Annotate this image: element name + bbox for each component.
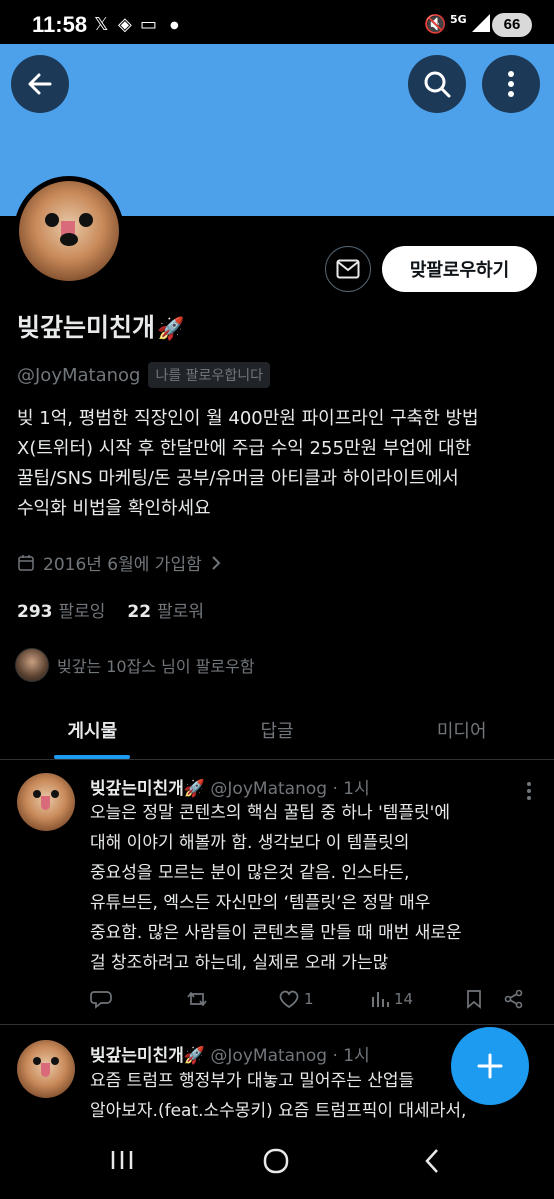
repost-icon (187, 991, 207, 1007)
tweet-line: 걸 창조하려고 하는데, 실제로 오래 가는많 (90, 953, 389, 973)
like-count: 1 (304, 990, 314, 1008)
network-type: 5G (450, 13, 467, 26)
compose-post-button[interactable] (451, 1027, 529, 1105)
following-count: 293 (17, 602, 53, 622)
following-link[interactable]: 293 팔로잉 (17, 597, 105, 622)
plus-icon (477, 1053, 503, 1079)
reply-icon (90, 991, 112, 1009)
analytics-icon (372, 992, 389, 1007)
system-navigation-bar (0, 1128, 554, 1199)
followed-by-row[interactable]: 빚갚는 10잡스 님이 팔로우함 (15, 648, 255, 682)
reply-button[interactable] (90, 989, 112, 1009)
followers-label: 팔로워 (157, 602, 205, 622)
back-button[interactable] (11, 55, 69, 113)
profile-avatar[interactable] (14, 176, 124, 286)
like-button[interactable]: 1 (278, 989, 314, 1009)
tweet-time: 1시 (343, 1046, 370, 1066)
bookmark-icon (467, 990, 481, 1009)
recent-apps-button[interactable] (110, 1148, 134, 1176)
separator-dot: · (332, 779, 338, 799)
follow-back-button[interactable]: 맞팔로우하기 (382, 246, 537, 292)
tweet-line: 중요함. 많은 사람들이 콘텐츠를 만들 때 매번 새로운 (90, 923, 462, 943)
dog-avatar-image (19, 181, 119, 281)
profile-name-text: 빚갚는미친개 (17, 313, 156, 342)
rocket-icon: 🚀 (183, 1046, 206, 1066)
bio-line: 수익화 비법을 확인하세요 (17, 498, 211, 519)
handle-row: @JoyMatanog 나를 팔로우합니다 (17, 362, 270, 388)
dot-icon: ● (170, 20, 179, 31)
calendar-icon (18, 554, 34, 571)
tweet-line: 중요성을 모르는 분이 많은것 같음. 인스타든, (90, 863, 410, 883)
view-count: 14 (394, 990, 414, 1008)
status-time: 11:58 (32, 12, 88, 37)
bio-line: 빚 1억, 평범한 직장인이 월 400만원 파이프라인 구축한 방법 (17, 408, 479, 429)
followed-by-text: 빚갚는 10잡스 님이 팔로우함 (57, 657, 255, 676)
chevron-left-icon (425, 1149, 438, 1173)
followers-count: 22 (127, 602, 152, 622)
profile-name: 빚갚는미친개🚀 (17, 308, 184, 344)
mute-icon: 🔇 (424, 14, 447, 35)
tweet-author-name: 빚갚는미친개 (90, 1046, 184, 1066)
tweet-header: 빚갚는미친개🚀 @JoyMatanog · 1시 (90, 1041, 370, 1066)
rocket-icon: 🚀 (157, 317, 185, 342)
tweet-divider (0, 1024, 554, 1025)
profile-tabs: 게시물 답글 미디어 (0, 700, 554, 760)
chevron-right-icon (212, 555, 221, 570)
follower-avatar (15, 648, 49, 682)
home-icon (263, 1148, 289, 1174)
repost-button[interactable] (186, 989, 208, 1009)
back-nav-button[interactable] (424, 1148, 440, 1178)
tweet-line: 오늘은 정말 콘텐츠의 핵심 꿀팁 중 하나 '템플릿'에 (90, 803, 450, 823)
tweet-header: 빚갚는미친개🚀 @JoyMatanog · 1시 (90, 774, 370, 799)
following-label: 팔로잉 (58, 602, 106, 622)
separator-dot: · (332, 1046, 338, 1066)
vertical-dots-icon (508, 71, 514, 97)
signal-icon (472, 14, 490, 37)
profile-handle: @JoyMatanog (17, 364, 141, 386)
tweet-line: 대해 이야기 해볼까 함. 생각보다 이 템플릿의 (90, 833, 410, 853)
tweet-author-name: 빚갚는미친개 (90, 779, 184, 799)
battery-indicator: 66 (492, 13, 532, 37)
recent-apps-icon (111, 1151, 133, 1169)
join-date-row[interactable]: 2016년 6월에 가입함 (17, 550, 222, 575)
tab-replies[interactable]: 답글 (185, 700, 370, 759)
tweet-actions: 1 14 (90, 986, 530, 1012)
join-date: 2016년 6월에 가입함 (43, 555, 202, 575)
message-button[interactable] (325, 246, 371, 292)
follows-you-badge: 나를 팔로우합니다 (148, 362, 270, 388)
heart-icon (279, 990, 299, 1009)
follow-counts: 293 팔로잉 22 팔로워 (17, 597, 204, 622)
home-button[interactable] (263, 1148, 289, 1178)
bio-line: 꿀팁/SNS 마케팅/돈 공부/유머글 아티클과 하이라이트에서 (17, 468, 459, 489)
tweet-handle: @JoyMatanog (210, 779, 328, 799)
rocket-icon: 🚀 (183, 779, 206, 799)
back-arrow-icon (28, 73, 52, 95)
profile-bio: 빚 1억, 평범한 직장인이 월 400만원 파이프라인 구축한 방법 X(트위… (17, 404, 542, 524)
x-app-icon: 𝕏 (94, 14, 109, 35)
tweet-handle: @JoyMatanog (210, 1046, 328, 1066)
bookmark-button[interactable] (466, 989, 482, 1009)
tweet-time: 1시 (343, 779, 370, 799)
tweet-text: 오늘은 정말 콘텐츠의 핵심 꿀팁 중 하나 '템플릿'에 대해 이야기 해볼까… (90, 798, 540, 978)
tweet-avatar[interactable] (17, 1040, 75, 1098)
followers-link[interactable]: 22 팔로워 (127, 597, 204, 622)
app-notification-icon: ◈ (118, 14, 132, 35)
tab-posts[interactable]: 게시물 (0, 700, 185, 759)
search-icon (424, 71, 451, 98)
search-button[interactable] (408, 55, 466, 113)
tab-media[interactable]: 미디어 (369, 700, 554, 759)
more-options-button[interactable] (482, 55, 540, 113)
share-button[interactable] (504, 989, 524, 1009)
share-icon (504, 989, 523, 1009)
mail-icon (336, 259, 360, 279)
tweet-avatar[interactable] (17, 773, 75, 831)
tweet-line: 유튜브든, 엑스든 자신만의 ‘템플릿’은 정말 매우 (90, 893, 431, 913)
voicemail-icon: ▭ (140, 14, 158, 35)
views-button[interactable]: 14 (370, 989, 413, 1009)
bio-line: X(트위터) 시작 후 한달만에 주급 수익 255만원 부업에 대한 (17, 438, 472, 459)
